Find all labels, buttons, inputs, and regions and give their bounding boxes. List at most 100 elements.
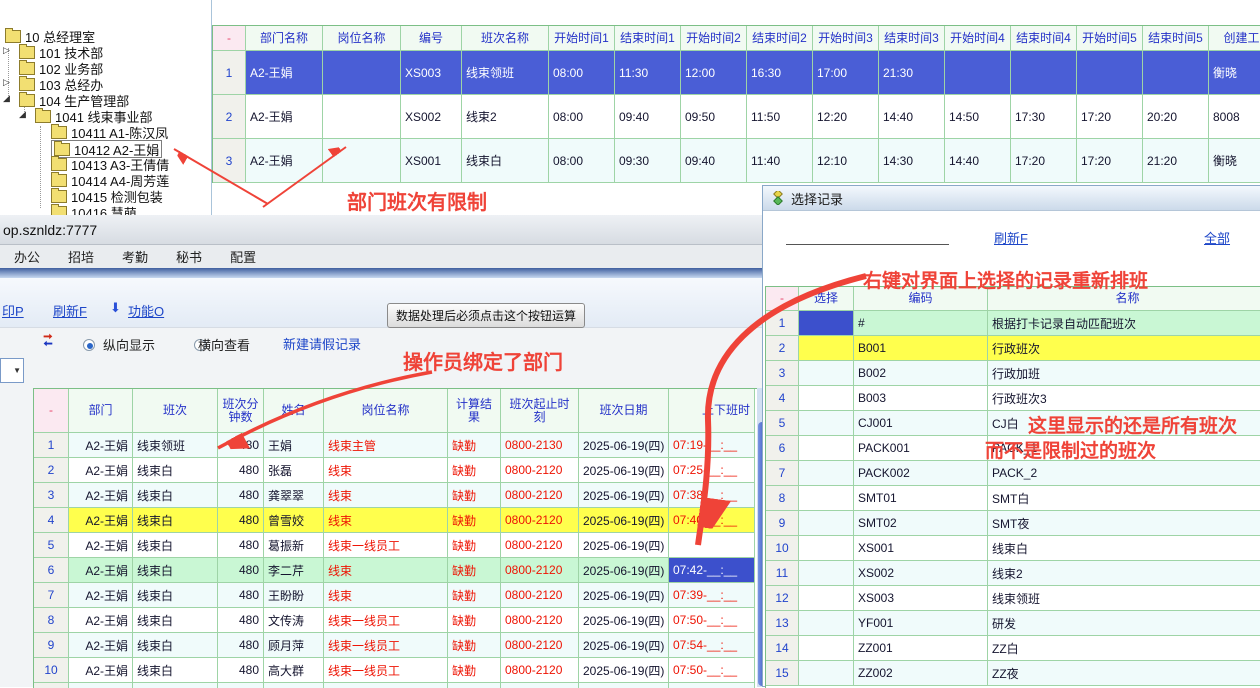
cell[interactable]: 缺勤 [448, 458, 501, 483]
cell[interactable]: 班次 [133, 389, 218, 433]
cell[interactable]: 5 [34, 533, 69, 558]
cell[interactable]: 线束白 [133, 683, 218, 688]
cell[interactable]: 7 [34, 583, 69, 608]
cell[interactable]: 线束白 [462, 139, 549, 183]
cell[interactable]: 480 [218, 508, 264, 533]
cell[interactable]: 缺勤 [448, 508, 501, 533]
cell[interactable]: CJ001 [854, 411, 988, 436]
cell[interactable] [669, 533, 755, 558]
cell[interactable]: 0800-2120 [501, 633, 579, 658]
cell[interactable]: 480 [218, 633, 264, 658]
cell[interactable]: 线束领班 [462, 51, 549, 95]
cell[interactable] [323, 139, 401, 183]
cell[interactable]: 缺勤 [448, 608, 501, 633]
cell[interactable]: 缺勤 [448, 683, 501, 688]
cell[interactable]: 480 [218, 558, 264, 583]
cell[interactable]: 创建工 [1209, 26, 1260, 51]
table-row[interactable]: 7A2-王娟线束白480王盼盼线束缺勤0800-21202025-06-19(四… [34, 583, 758, 608]
cell[interactable]: 线束白 [133, 608, 218, 633]
cell[interactable]: A2-王娟 [69, 583, 133, 608]
cell[interactable]: 14:40 [879, 95, 945, 139]
table-row[interactable]: 3A2-王娟线束白480龚翠翠线束缺勤0800-21202025-06-19(四… [34, 483, 758, 508]
cell[interactable]: 14:50 [945, 95, 1011, 139]
cell[interactable]: 08:00 [549, 95, 615, 139]
cell[interactable]: 21:20 [1143, 139, 1209, 183]
cell[interactable]: 结束时间4 [1011, 26, 1077, 51]
cell[interactable]: 0800-2120 [501, 508, 579, 533]
cell[interactable]: 线束 [324, 483, 448, 508]
menu-item[interactable]: 办公 [0, 247, 54, 266]
cell[interactable]: PACK002 [854, 461, 988, 486]
cell[interactable]: 09:40 [615, 95, 681, 139]
cell[interactable]: 0800-2120 [501, 683, 579, 688]
cell[interactable]: 6 [34, 558, 69, 583]
cell[interactable]: 选择 [799, 287, 854, 311]
cell[interactable]: PACK001 [854, 436, 988, 461]
cell[interactable]: 14:40 [945, 139, 1011, 183]
cell[interactable]: 2025-06-19(四) [579, 633, 669, 658]
cell[interactable]: 部门名称 [246, 26, 323, 51]
cell[interactable]: A2-王娟 [69, 608, 133, 633]
cell[interactable]: 8008 [1209, 95, 1260, 139]
filter-combobox[interactable]: ▼ [0, 358, 24, 383]
expand-triangle-icon[interactable]: ▷ [3, 77, 10, 88]
table-row[interactable]: 10XS001线束白 [766, 536, 1260, 561]
address-bar[interactable]: op.sznldz:7777 [0, 215, 762, 245]
cell[interactable]: 17:00 [813, 51, 879, 95]
cell[interactable]: 1 [213, 51, 246, 95]
cell[interactable]: 高大群 [264, 658, 324, 683]
table-row[interactable]: 2A2-王娟线束白480张磊线束缺勤0800-21202025-06-19(四)… [34, 458, 758, 483]
cell[interactable]: 2025-06-19(四) [579, 583, 669, 608]
cell[interactable]: 线束领班 [133, 433, 218, 458]
cell[interactable]: XS001 [854, 536, 988, 561]
cell[interactable]: 衡晓 [1209, 139, 1260, 183]
cell[interactable]: 0800-2120 [501, 458, 579, 483]
cell[interactable]: 08:00 [549, 139, 615, 183]
cell[interactable]: 编号 [401, 26, 462, 51]
cell[interactable]: 2025-06-19(四) [579, 683, 669, 688]
cell[interactable] [799, 486, 854, 511]
cell[interactable]: 缺勤 [448, 558, 501, 583]
cell[interactable]: 线束白 [133, 558, 218, 583]
cell[interactable]: 线束一线员工 [324, 658, 448, 683]
table-row[interactable]: 11A2-王娟线束白480翟传宝缺勤0800-21202025-06-19(四)… [34, 683, 758, 688]
cell[interactable]: 班次名称 [462, 26, 549, 51]
cell[interactable]: 线束一线员工 [324, 608, 448, 633]
cell[interactable]: 缺勤 [448, 433, 501, 458]
cell[interactable]: 480 [218, 583, 264, 608]
cell[interactable]: 12:00 [681, 51, 747, 95]
cell[interactable]: 上下班时 [669, 389, 755, 433]
cell[interactable]: 线束领班 [988, 586, 1260, 611]
cell[interactable]: 9 [34, 633, 69, 658]
cell[interactable]: 张磊 [264, 458, 324, 483]
dialog-title-bar[interactable]: 选择记录 [763, 186, 1260, 211]
cell[interactable]: 11:50 [747, 95, 813, 139]
compute-button[interactable]: 数据处理后必须点击这个按钮运算 [387, 303, 585, 328]
cell[interactable]: 线束白 [988, 536, 1260, 561]
cell[interactable]: A2-王娟 [69, 433, 133, 458]
cell[interactable]: A2-王娟 [69, 658, 133, 683]
cell[interactable]: 07:40-__:__ [669, 508, 755, 533]
cell[interactable]: 14:30 [879, 139, 945, 183]
cell[interactable]: PACK_2 [988, 461, 1260, 486]
cell[interactable] [799, 511, 854, 536]
cell[interactable]: 线束白 [133, 658, 218, 683]
cell[interactable]: - [34, 389, 69, 433]
cell[interactable]: 线束白 [133, 633, 218, 658]
cell[interactable]: SMT01 [854, 486, 988, 511]
cell[interactable]: 2025-06-19(四) [579, 533, 669, 558]
cell[interactable]: 姓名 [264, 389, 324, 433]
cell[interactable]: 8 [766, 486, 799, 511]
cell[interactable]: 480 [218, 458, 264, 483]
cell[interactable]: ZZ002 [854, 661, 988, 686]
cell[interactable]: 2025-06-19(四) [579, 508, 669, 533]
cell[interactable]: 线束 [324, 558, 448, 583]
table-row[interactable]: 2B001行政班次 [766, 336, 1260, 361]
cell[interactable] [799, 636, 854, 661]
cell[interactable]: 0800-2120 [501, 608, 579, 633]
cell[interactable]: 09:40 [681, 139, 747, 183]
cell[interactable]: 480 [218, 433, 264, 458]
cell[interactable]: 开始时间4 [945, 26, 1011, 51]
cell[interactable]: B001 [854, 336, 988, 361]
refresh-link[interactable]: 刷新F [53, 301, 87, 320]
